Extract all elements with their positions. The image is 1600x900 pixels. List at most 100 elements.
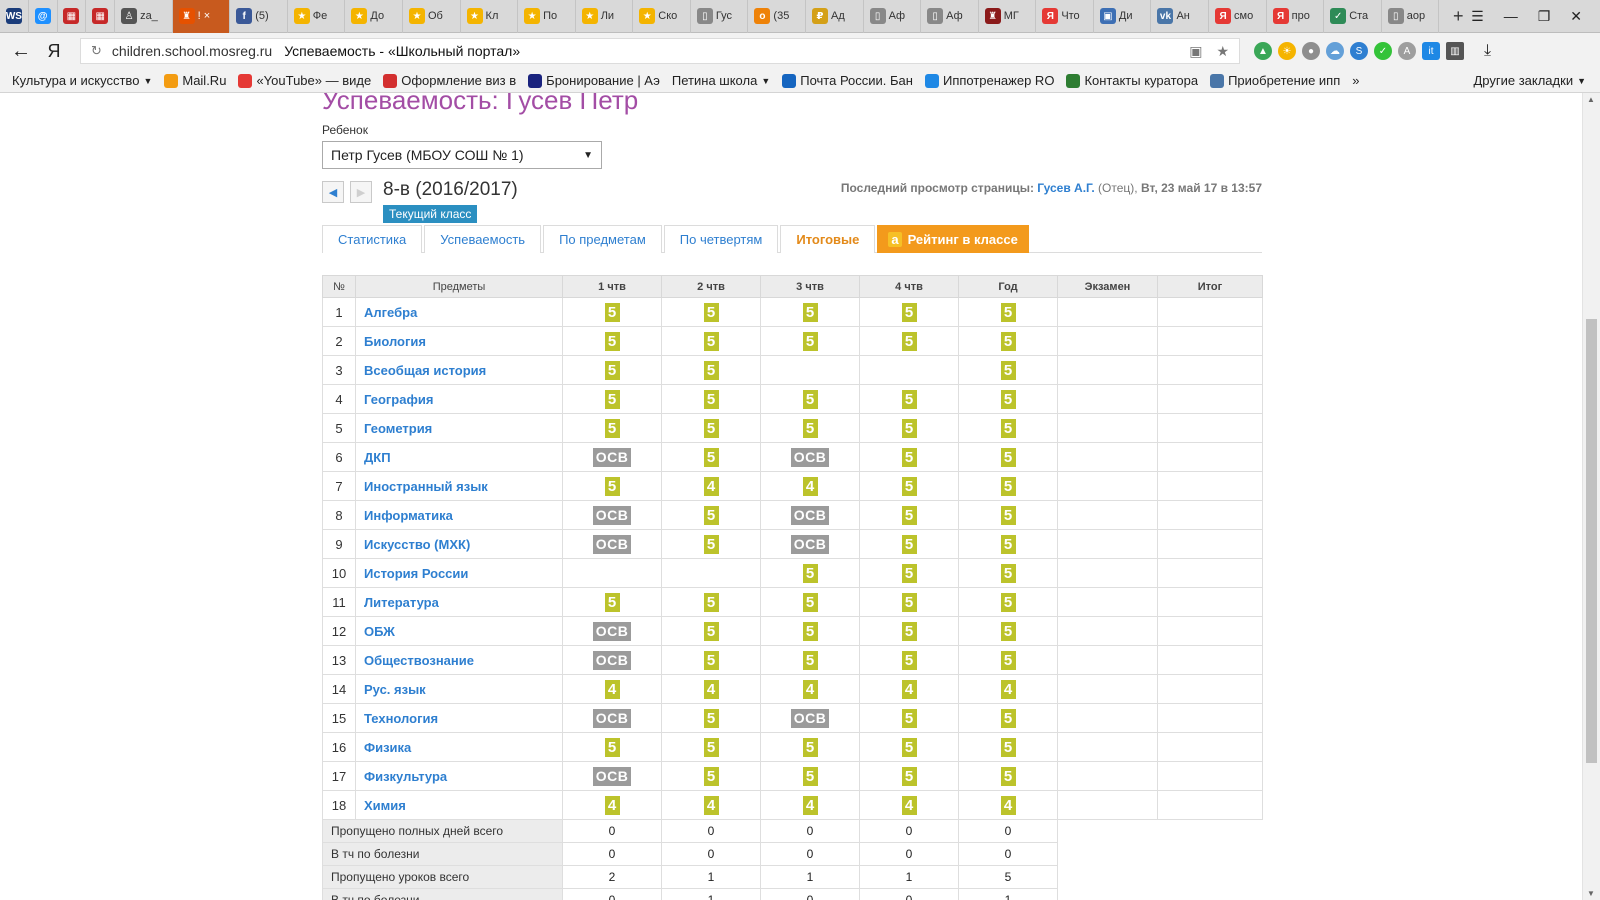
browser-tab[interactable]: ★ По: [518, 0, 576, 33]
weather-extension-icon[interactable]: ☀: [1278, 42, 1296, 60]
grade-mark[interactable]: 5: [802, 331, 818, 351]
grade-mark[interactable]: 5: [604, 476, 620, 496]
grade-mark[interactable]: ОСВ: [592, 505, 632, 525]
skype-extension-icon[interactable]: S: [1350, 42, 1368, 60]
browser-tab[interactable]: ▯ Аф: [864, 0, 922, 33]
subject-link[interactable]: Искусство (МХК): [355, 529, 563, 559]
grade-mark[interactable]: 5: [1000, 360, 1016, 380]
browser-tab[interactable]: о (35: [748, 0, 806, 33]
grade-mark[interactable]: 5: [1000, 447, 1016, 467]
page-scrollbar[interactable]: ▲ ▼: [1582, 93, 1600, 900]
grade-mark[interactable]: 5: [1000, 650, 1016, 670]
subject-link[interactable]: География: [355, 384, 563, 414]
grade-mark[interactable]: 5: [802, 737, 818, 757]
grade-mark[interactable]: ОСВ: [790, 534, 830, 554]
bookmark-item[interactable]: Mail.Ru: [152, 73, 226, 88]
grade-mark[interactable]: ОСВ: [790, 708, 830, 728]
grade-mark[interactable]: 4: [703, 795, 719, 815]
subject-link[interactable]: Геометрия: [355, 413, 563, 443]
grade-mark[interactable]: 5: [901, 563, 917, 583]
subject-link[interactable]: Физика: [355, 732, 563, 762]
child-select[interactable]: Петр Гусев (МБОУ СОШ № 1) ▼: [322, 141, 602, 169]
grade-mark[interactable]: 5: [703, 708, 719, 728]
browser-tab[interactable]: ★ Ско: [633, 0, 691, 33]
grade-mark[interactable]: 5: [802, 563, 818, 583]
subject-link[interactable]: Литература: [355, 587, 563, 617]
grade-mark[interactable]: 5: [703, 331, 719, 351]
reader-mode-icon[interactable]: ▣: [1189, 43, 1202, 60]
grade-mark[interactable]: 5: [901, 592, 917, 612]
subject-link[interactable]: История России: [355, 558, 563, 588]
grade-mark[interactable]: 5: [703, 592, 719, 612]
grade-mark[interactable]: 5: [901, 505, 917, 525]
cloud-extension-icon[interactable]: ☁: [1326, 42, 1344, 60]
tab-final[interactable]: Итоговые: [780, 225, 876, 253]
grade-mark[interactable]: 5: [802, 389, 818, 409]
subject-link[interactable]: ОБЖ: [355, 616, 563, 646]
tab-class-rating[interactable]: a Рейтинг в классе: [877, 225, 1029, 253]
bookmark-item[interactable]: Оформление виз в: [371, 73, 516, 88]
grade-mark[interactable]: 5: [703, 360, 719, 380]
grade-mark[interactable]: 5: [901, 418, 917, 438]
grade-mark[interactable]: 5: [1000, 331, 1016, 351]
grade-mark[interactable]: 4: [802, 476, 818, 496]
grade-mark[interactable]: 5: [1000, 418, 1016, 438]
tab-performance[interactable]: Успеваемость: [424, 225, 542, 253]
grade-mark[interactable]: 5: [802, 592, 818, 612]
tab-by-subject[interactable]: По предметам: [543, 225, 662, 253]
grade-mark[interactable]: 5: [901, 737, 917, 757]
omnibox[interactable]: ↻ children.school.mosreg.ru Успеваемость…: [80, 38, 1240, 64]
grade-mark[interactable]: 5: [604, 302, 620, 322]
grade-mark[interactable]: 5: [703, 302, 719, 322]
browser-tab[interactable]: ♜ МГ: [979, 0, 1037, 33]
grade-mark[interactable]: 5: [1000, 708, 1016, 728]
subject-link[interactable]: Алгебра: [355, 297, 563, 327]
grade-mark[interactable]: ОСВ: [592, 447, 632, 467]
previous-year-button[interactable]: ◀: [322, 181, 344, 203]
grade-mark[interactable]: 5: [1000, 737, 1016, 757]
menu-hamburger-icon[interactable]: ☰: [1471, 8, 1484, 25]
bookmark-item[interactable]: Контакты куратора: [1054, 73, 1198, 88]
bookmark-item[interactable]: Почта России. Бан: [770, 73, 913, 88]
close-icon[interactable]: ✕: [1570, 8, 1582, 25]
bookmark-item[interactable]: Культура и искусство ▼: [0, 73, 152, 88]
browser-tab[interactable]: ▣ Ди: [1094, 0, 1152, 33]
grade-mark[interactable]: 5: [604, 331, 620, 351]
tab-by-quarter[interactable]: По четвертям: [663, 225, 779, 253]
browser-tab[interactable]: ★ Кл: [461, 0, 519, 33]
browser-tab[interactable]: ▯ Гус: [691, 0, 749, 33]
subject-link[interactable]: Обществознание: [355, 645, 563, 675]
grade-mark[interactable]: 5: [604, 592, 620, 612]
browser-tab[interactable]: ★ До: [345, 0, 403, 33]
grade-mark[interactable]: 5: [901, 766, 917, 786]
browser-tab[interactable]: WS: [0, 0, 29, 33]
info-extension-icon[interactable]: it: [1422, 42, 1440, 60]
browser-tab[interactable]: ▦: [58, 0, 87, 33]
grade-mark[interactable]: 5: [802, 766, 818, 786]
grade-mark[interactable]: 5: [901, 621, 917, 641]
subject-link[interactable]: Биология: [355, 326, 563, 356]
browser-tab[interactable]: Ясмо: [1209, 0, 1267, 33]
grade-mark[interactable]: ОСВ: [592, 708, 632, 728]
browser-tab[interactable]: ▯ Аф: [921, 0, 979, 33]
restore-icon[interactable]: ❐: [1538, 8, 1551, 25]
scroll-down-arrow-icon[interactable]: ▼: [1587, 889, 1595, 898]
grade-mark[interactable]: 5: [703, 737, 719, 757]
grade-mark[interactable]: 5: [703, 418, 719, 438]
minimize-icon[interactable]: —: [1504, 8, 1518, 25]
grade-mark[interactable]: 5: [703, 534, 719, 554]
browser-tab[interactable]: vk Ан: [1151, 0, 1210, 33]
grade-mark[interactable]: 5: [901, 708, 917, 728]
circle-extension-icon[interactable]: ●: [1302, 42, 1320, 60]
new-tab-plus-icon[interactable]: +: [1445, 6, 1471, 27]
grade-mark[interactable]: 4: [1000, 679, 1016, 699]
browser-tab[interactable]: ₽ Ад: [806, 0, 864, 33]
grade-mark[interactable]: ОСВ: [592, 650, 632, 670]
subject-link[interactable]: Информатика: [355, 500, 563, 530]
check-extension-icon[interactable]: ✓: [1374, 42, 1392, 60]
subject-link[interactable]: Химия: [355, 790, 563, 820]
subject-link[interactable]: Физкультура: [355, 761, 563, 791]
grade-mark[interactable]: 5: [1000, 592, 1016, 612]
browser-tab[interactable]: @: [29, 0, 58, 33]
tab-statistics[interactable]: Статистика: [322, 225, 423, 253]
